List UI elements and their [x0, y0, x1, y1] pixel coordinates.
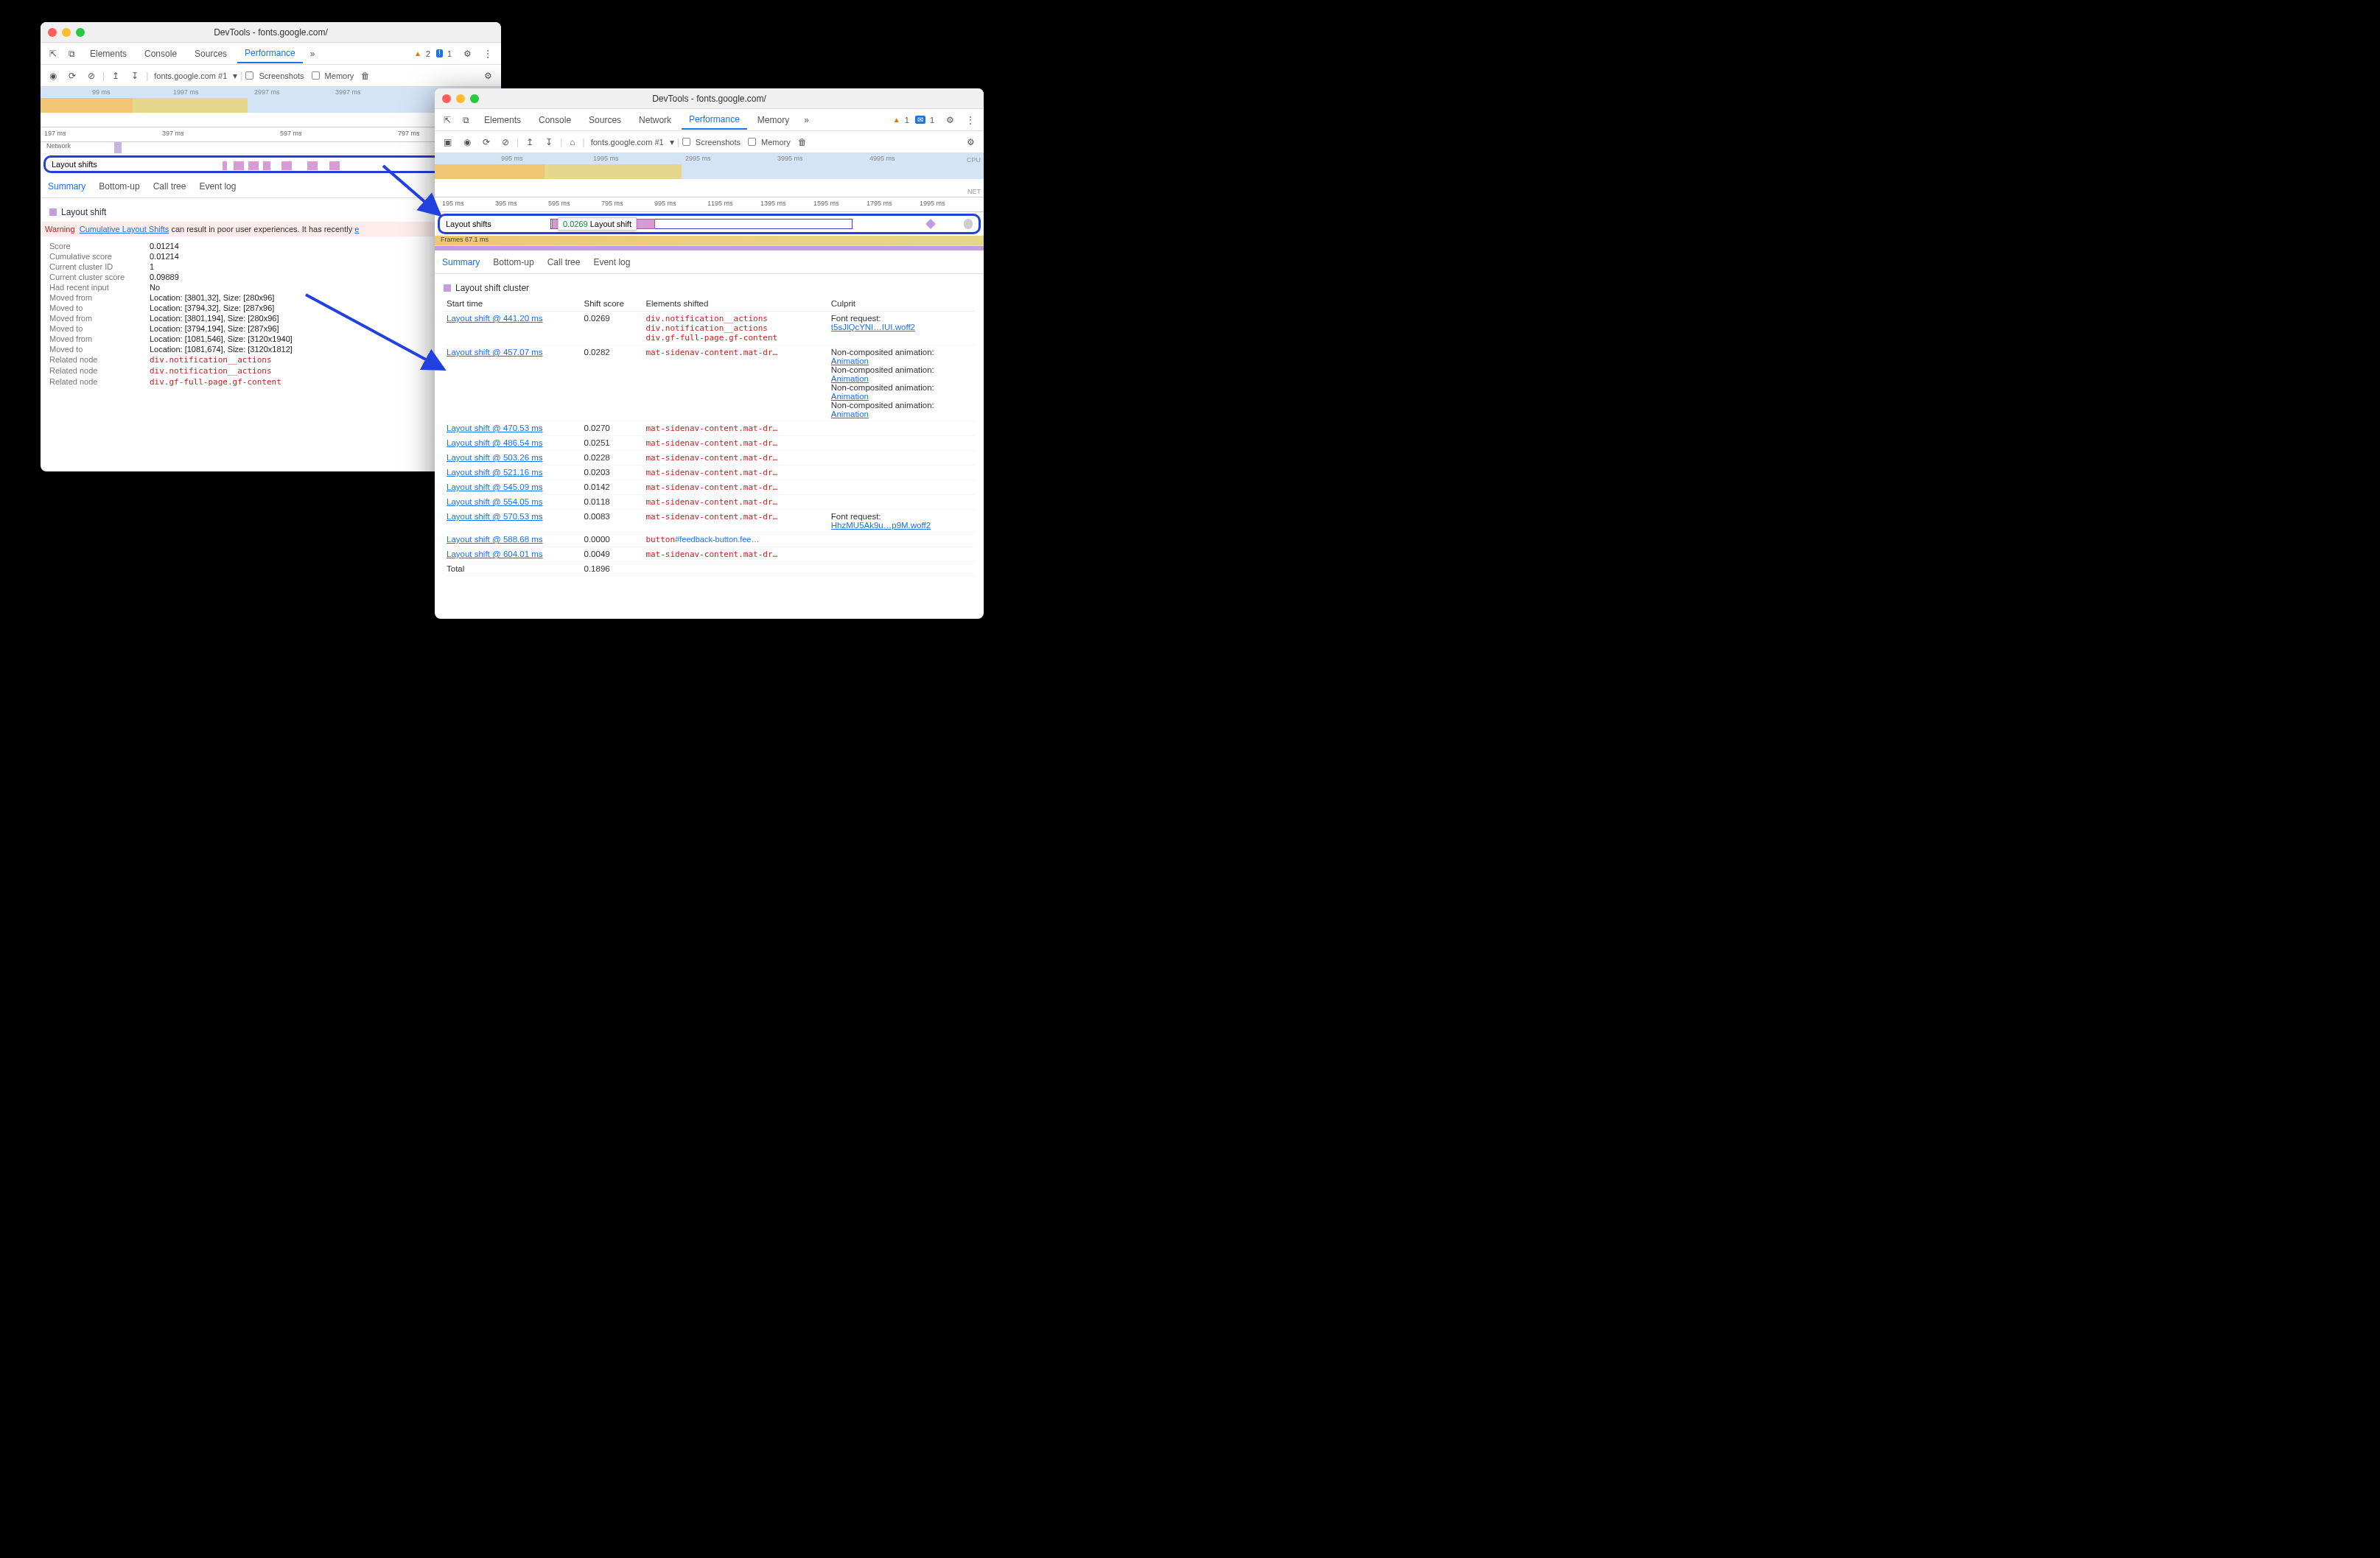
svg-line-0 — [383, 166, 438, 214]
svg-line-1 — [306, 295, 442, 368]
